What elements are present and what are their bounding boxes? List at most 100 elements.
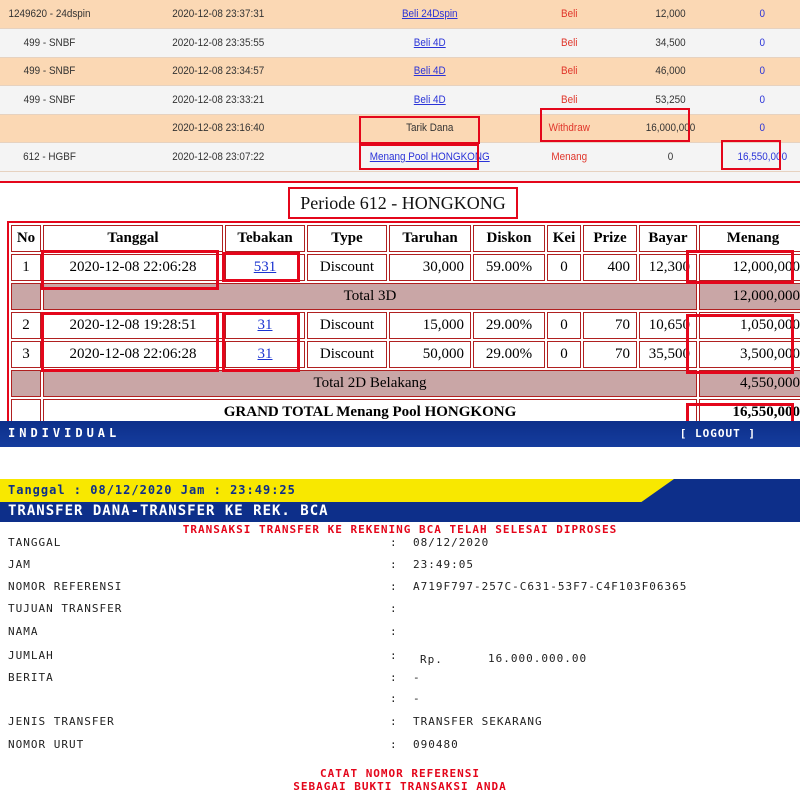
bet-no-cell: 3 (11, 341, 41, 368)
account-type-label: INDIVIDUAL (8, 426, 121, 440)
bet-prize-cell: 400 (583, 254, 637, 281)
history-amount-cell: 34,500 (616, 28, 725, 58)
history-amount-cell: 0 (616, 142, 725, 172)
periode-title: Periode 612 - HONGKONG (288, 187, 518, 219)
bank-header-bar: INDIVIDUAL [ LOGOUT ] (0, 421, 800, 447)
row-jumlah: JUMLAH : Rp. 16.000.000.00 (8, 649, 588, 666)
total-3d-row-label: Total 3D (43, 283, 697, 310)
row-nama: NAMA : (8, 625, 398, 638)
column-header: Kei (547, 225, 581, 252)
bet-no-cell: 1 (11, 254, 41, 281)
bet-diskon-cell: 59.00% (473, 254, 545, 281)
bet-tanggal-cell: 2020-12-08 19:28:51 (43, 312, 223, 339)
column-header: No (11, 225, 41, 252)
history-date-cell: 2020-12-08 23:33:21 (99, 85, 338, 115)
column-header: Taruhan (389, 225, 471, 252)
total-2d-row-value: 4,550,000 (699, 370, 800, 397)
bet-row: 3 2020-12-08 22:06:28 31 Discount 50,000 29.0… (11, 341, 800, 368)
bet-type-cell: Discount (307, 341, 387, 368)
history-row: 2020-12-08 23:16:40 Tarik Dana Withdraw 16,… (0, 114, 800, 143)
bet-row: 2 2020-12-08 19:28:51 31 Discount 15,000 29.0… (11, 312, 800, 339)
bet-bayar-cell: 35,500 (639, 341, 697, 368)
tebakan-link[interactable]: 31 (258, 317, 273, 333)
history-type-cell: Beli (522, 28, 617, 58)
periode-table: No Tanggal Tebakan Type Taruhan Diskon Kei Priz… (7, 221, 800, 421)
bet-taruhan-cell: 15,000 (389, 312, 471, 339)
column-header: Menang (699, 225, 800, 252)
tebakan-link[interactable]: 531 (254, 259, 277, 275)
history-description-link[interactable]: Beli 4D (337, 28, 522, 58)
history-balance-cell: 0 (724, 0, 800, 29)
history-type-cell: Beli (522, 0, 617, 29)
history-date-cell: 2020-12-08 23:34:57 (99, 57, 338, 86)
column-header: Diskon (473, 225, 545, 252)
bet-kei-cell: 0 (547, 341, 581, 368)
history-amount-cell: 53,250 (616, 85, 725, 115)
bank-transfer-panel: INDIVIDUAL [ LOGOUT ] Tanggal : 08/12/20… (0, 421, 800, 800)
reference-note: CATAT NOMOR REFERENSI SEBAGAI BUKTI TRAN… (293, 767, 507, 793)
history-amount-cell: 16,000,000 (616, 114, 725, 143)
column-header: Tebakan (225, 225, 305, 252)
periode-panel: Periode 612 - HONGKONG No Tanggal Tebakan T… (0, 181, 800, 421)
bet-prize-cell: 70 (583, 341, 637, 368)
history-date-cell: 2020-12-08 23:07:22 (99, 142, 338, 172)
history-id-cell: 499 - SNBF (0, 28, 99, 58)
history-balance-cell: 16,550,000 (724, 142, 800, 172)
bet-menang-cell: 12,000,000 (699, 254, 800, 281)
bet-kei-cell: 0 (547, 312, 581, 339)
history-description-link[interactable]: Beli 4D (337, 85, 522, 115)
bet-no-cell: 2 (11, 312, 41, 339)
history-type-cell: Beli (522, 85, 617, 115)
history-description-link[interactable]: Beli 24Dspin (337, 0, 522, 29)
history-balance-cell: 0 (724, 57, 800, 86)
row-berita-2: : - (390, 692, 421, 705)
row-jenis-transfer: JENIS TRANSFER : TRANSFER SEKARANG (8, 715, 543, 728)
history-date-cell: 2020-12-08 23:16:40 (99, 114, 338, 143)
row-tujuan-transfer: TUJUAN TRANSFER : (8, 602, 398, 615)
bet-tanggal-cell: 2020-12-08 22:06:28 (43, 254, 223, 281)
bet-kei-cell: 0 (547, 254, 581, 281)
history-row: 1249620 - 24dspin 2020-12-08 23:37:31 Beli… (0, 0, 800, 29)
history-row: 499 - SNBF 2020-12-08 23:35:55 Beli 4D Beli… (0, 28, 800, 58)
row-nomor-referensi: NOMOR REFERENSI : A719F797-257C-C631-53F… (8, 580, 688, 593)
history-row: 499 - SNBF 2020-12-08 23:33:21 Beli 4D Beli… (0, 85, 800, 115)
date-bar: Tanggal : 08/12/2020 Jam : 23:49:25 (0, 479, 800, 503)
history-description-link: Tarik Dana (337, 114, 522, 143)
column-header: Type (307, 225, 387, 252)
history-id-cell: 612 - HGBF (0, 142, 99, 172)
grand-total-row-value: 16,550,000 (699, 399, 800, 421)
transfer-status-message: TRANSAKSI TRANSFER KE REKENING BCA TELAH… (182, 523, 618, 536)
history-amount-cell: 12,000 (616, 0, 725, 29)
history-balance-cell: 0 (724, 28, 800, 58)
history-id-cell: 499 - SNBF (0, 85, 99, 115)
bet-diskon-cell: 29.00% (473, 312, 545, 339)
history-description-link[interactable]: Beli 4D (337, 57, 522, 86)
history-balance-cell: 0 (724, 85, 800, 115)
tebakan-link[interactable]: 31 (258, 346, 273, 362)
bet-type-cell: Discount (307, 312, 387, 339)
logout-link[interactable]: [ LOGOUT ] (680, 427, 756, 440)
bet-menang-cell: 1,050,000 (699, 312, 800, 339)
history-type-cell: Menang (522, 142, 617, 172)
row-tanggal: TANGGAL : 08/12/2020 (8, 536, 490, 549)
history-row: 499 - SNBF 2020-12-08 23:34:57 Beli 4D Beli… (0, 57, 800, 86)
history-date-cell: 2020-12-08 23:35:55 (99, 28, 338, 58)
history-type-cell: Withdraw (522, 114, 617, 143)
bet-bayar-cell: 10,650 (639, 312, 697, 339)
transaction-history-panel: 1249620 - 24dspin 2020-12-08 23:37:31 Beli… (0, 0, 800, 181)
grand-total-row: GRAND TOTAL Menang Pool HONGKONG 16,550,0… (11, 399, 800, 421)
history-balance-cell: 0 (724, 114, 800, 143)
bet-taruhan-cell: 30,000 (389, 254, 471, 281)
history-description-link[interactable]: Menang Pool HONGKONG (337, 142, 522, 172)
history-row: 612 - HGBF 2020-12-08 23:07:22 Menang Pool… (0, 142, 800, 172)
periode-header-row: No Tanggal Tebakan Type Taruhan Diskon Kei Priz… (11, 225, 800, 252)
row-berita: BERITA : - (8, 671, 421, 684)
row-jam: JAM : 23:49:05 (8, 558, 474, 571)
history-date-cell: 2020-12-08 23:37:31 (99, 0, 338, 29)
bet-taruhan-cell: 50,000 (389, 341, 471, 368)
bet-menang-cell: 3,500,000 (699, 341, 800, 368)
total-3d-row-value: 12,000,000 (699, 283, 800, 310)
bet-type-cell: Discount (307, 254, 387, 281)
column-header: Bayar (639, 225, 697, 252)
column-header: Tanggal (43, 225, 223, 252)
